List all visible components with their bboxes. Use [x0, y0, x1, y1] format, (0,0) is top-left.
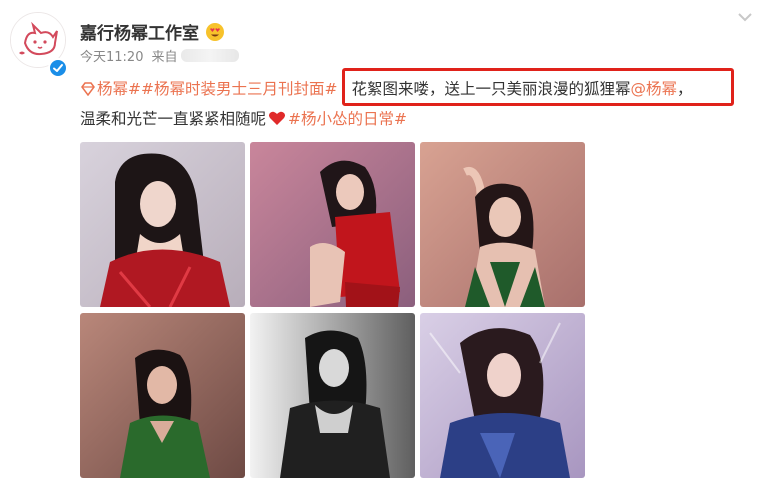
post-text-line-2: 温柔和光芒一直紧紧相随呢 #杨小怂的日常#	[80, 108, 407, 130]
hashtag-yangmi[interactable]: 杨幂#	[97, 80, 141, 98]
verified-badge-icon	[48, 58, 68, 78]
chevron-down-icon[interactable]	[736, 8, 754, 22]
author-name-text[interactable]: 嘉行杨幂工作室	[80, 19, 199, 44]
post-meta: 今天11:20 来自	[80, 46, 240, 65]
photo-6[interactable]	[420, 313, 585, 478]
photo-4[interactable]	[80, 313, 245, 478]
hashtag-daily[interactable]: #杨小怂的日常#	[288, 110, 407, 128]
photo-5[interactable]	[250, 313, 415, 478]
post-time[interactable]: 今天11:20	[80, 46, 143, 65]
post-line2-text: 温柔和光芒一直紧紧相随呢	[80, 110, 267, 128]
photo-1[interactable]	[80, 142, 245, 307]
photo-grid	[80, 142, 586, 478]
blurred-source	[181, 49, 240, 62]
topic-diamond-icon	[80, 80, 96, 97]
highlight-box	[342, 68, 734, 106]
photo-2[interactable]	[250, 142, 415, 307]
source-prefix: 来自	[151, 50, 178, 65]
photo-3[interactable]	[420, 142, 585, 307]
heart-eyes-emoji-icon	[205, 22, 225, 42]
heart-icon	[268, 110, 286, 126]
hashtag-cover[interactable]: #杨幂时装男士三月刊封面#	[141, 80, 337, 98]
author-name[interactable]: 嘉行杨幂工作室	[80, 19, 225, 44]
